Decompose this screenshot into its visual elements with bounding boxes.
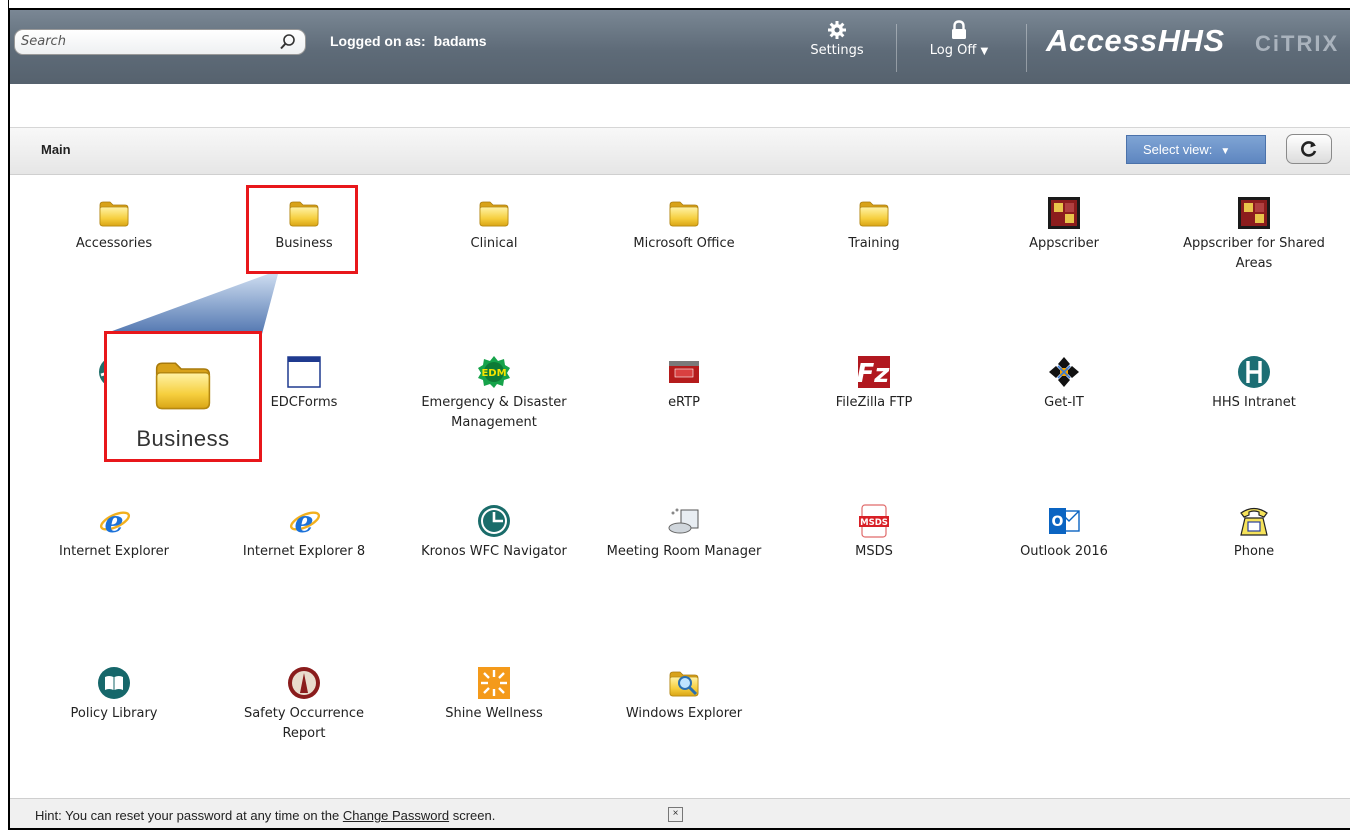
app-meeting-room[interactable]: Meeting Room Manager [604,504,764,562]
change-password-link[interactable]: Change Password [343,808,449,823]
app-filezilla[interactable]: Fz FileZilla FTP [794,355,954,413]
app-outlook[interactable]: O Outlook 2016 [984,504,1144,562]
app-label: Internet Explorer 8 [242,544,366,559]
svg-text:EDM: EDM [481,368,506,379]
hint-bar: Hint: You can reset your password at any… [10,798,1350,828]
app-label: HHS Intranet [1212,395,1296,410]
app-label: Microsoft Office [633,236,735,251]
app-hhs-intranet[interactable]: HHS Intranet [1174,355,1334,413]
hint-text: Hint: You can reset your password at any… [35,808,495,823]
app-label: Meeting Room Manager [606,544,762,559]
gear-icon [828,21,846,39]
app-label: Appscriber [1029,236,1099,251]
app-label: Phone [1233,544,1275,559]
log-off-button[interactable]: Log Off ▼ [918,20,1000,58]
book-icon [98,667,130,699]
safety-icon [288,667,320,699]
app-microsoft-office[interactable]: Microsoft Office [604,196,764,254]
header-divider [1026,24,1027,72]
hint-suffix: screen. [452,808,496,823]
svg-text:Fz: Fz [857,359,890,389]
hint-prefix: Hint: You can reset your password at any… [35,808,340,823]
app-get-it[interactable]: Get-IT [984,355,1144,413]
app-label: Appscriber for Shared Areas [1183,236,1325,271]
app-emergency-disaster[interactable]: EDM Emergency & Disaster Management [414,355,574,433]
app-label: Shine Wellness [445,706,543,721]
app-label: Clinical [470,236,518,251]
appscriber-icon [1048,197,1080,229]
app-safety-occurrence[interactable]: Safety Occurrence Report [224,666,384,744]
app-window: Search Logged on as: badams Settings Log… [8,8,1350,830]
frame-tick [8,0,9,8]
app-appscriber-shared[interactable]: Appscriber for Shared Areas [1174,196,1334,274]
brand-logo: AccessHHS [1046,23,1225,58]
app-phone[interactable]: Phone [1174,504,1334,562]
header-divider [896,24,897,72]
app-internet-explorer-8[interactable]: e Internet Explorer 8 [224,504,384,562]
folder-icon [667,196,701,230]
folder-search-icon [667,666,701,700]
lock-icon [952,20,966,39]
refresh-icon [1301,141,1317,157]
filezilla-icon: Fz [857,356,890,389]
meeting-room-icon [668,508,699,534]
settings-label: Settings [810,43,864,58]
outlook-icon: O [1049,508,1080,534]
app-label: Emergency & Disaster Management [421,395,567,430]
app-training[interactable]: Training [794,196,954,254]
zoom-callout: Business [104,331,262,462]
app-clinical[interactable]: Clinical [414,196,574,254]
select-view-label: Select view: [1143,142,1213,157]
log-off-label: Log Off [929,43,977,58]
app-kronos[interactable]: Kronos WFC Navigator [414,504,574,562]
app-label: Outlook 2016 [1020,544,1108,559]
phone-icon [1240,507,1268,536]
app-windows-explorer[interactable]: Windows Explorer [604,666,764,724]
close-icon[interactable]: × [668,807,683,822]
edm-icon: EDM [478,356,510,388]
app-ertp[interactable]: eRTP [604,355,764,413]
app-label: Training [848,236,900,251]
app-label: Internet Explorer [59,544,169,559]
msds-icon: MSDS [859,504,889,538]
hhs-intranet-icon [1238,356,1270,388]
folder-icon [477,196,511,230]
chevron-down-icon: ▼ [980,46,989,57]
app-msds[interactable]: MSDS MSDS [794,504,954,562]
chevron-down-icon: ▼ [1220,146,1231,157]
app-label: Safety Occurrence Report [243,706,365,741]
get-it-icon [1049,357,1079,387]
svg-text:O: O [1052,514,1064,530]
app-appscriber[interactable]: Appscriber [984,196,1144,254]
app-policy-library[interactable]: Policy Library [34,666,194,724]
folder-icon [151,352,215,416]
app-label: Kronos WFC Navigator [421,544,567,559]
citrix-logo: CiTRIX [1255,31,1340,56]
app-label: Get-IT [1044,395,1084,410]
app-internet-explorer[interactable]: e Internet Explorer [34,504,194,562]
refresh-button[interactable] [1286,134,1332,164]
app-label: MSDS [855,544,893,559]
ertp-icon [669,361,699,383]
svg-text:MSDS: MSDS [860,518,888,528]
app-label: FileZilla FTP [835,395,913,410]
app-shine-wellness[interactable]: Shine Wellness [414,666,574,724]
callout-label: Business [136,426,230,451]
select-view-dropdown[interactable]: Select view: ▼ [1126,135,1266,164]
settings-button[interactable]: Settings [804,20,870,58]
app-label: Policy Library [70,706,158,721]
kronos-icon [478,505,510,537]
sun-icon [478,667,510,699]
username: badams [433,33,487,49]
app-label: eRTP [668,395,700,410]
app-label: Windows Explorer [625,706,743,721]
appscriber-icon [1238,197,1270,229]
folder-icon [857,196,891,230]
